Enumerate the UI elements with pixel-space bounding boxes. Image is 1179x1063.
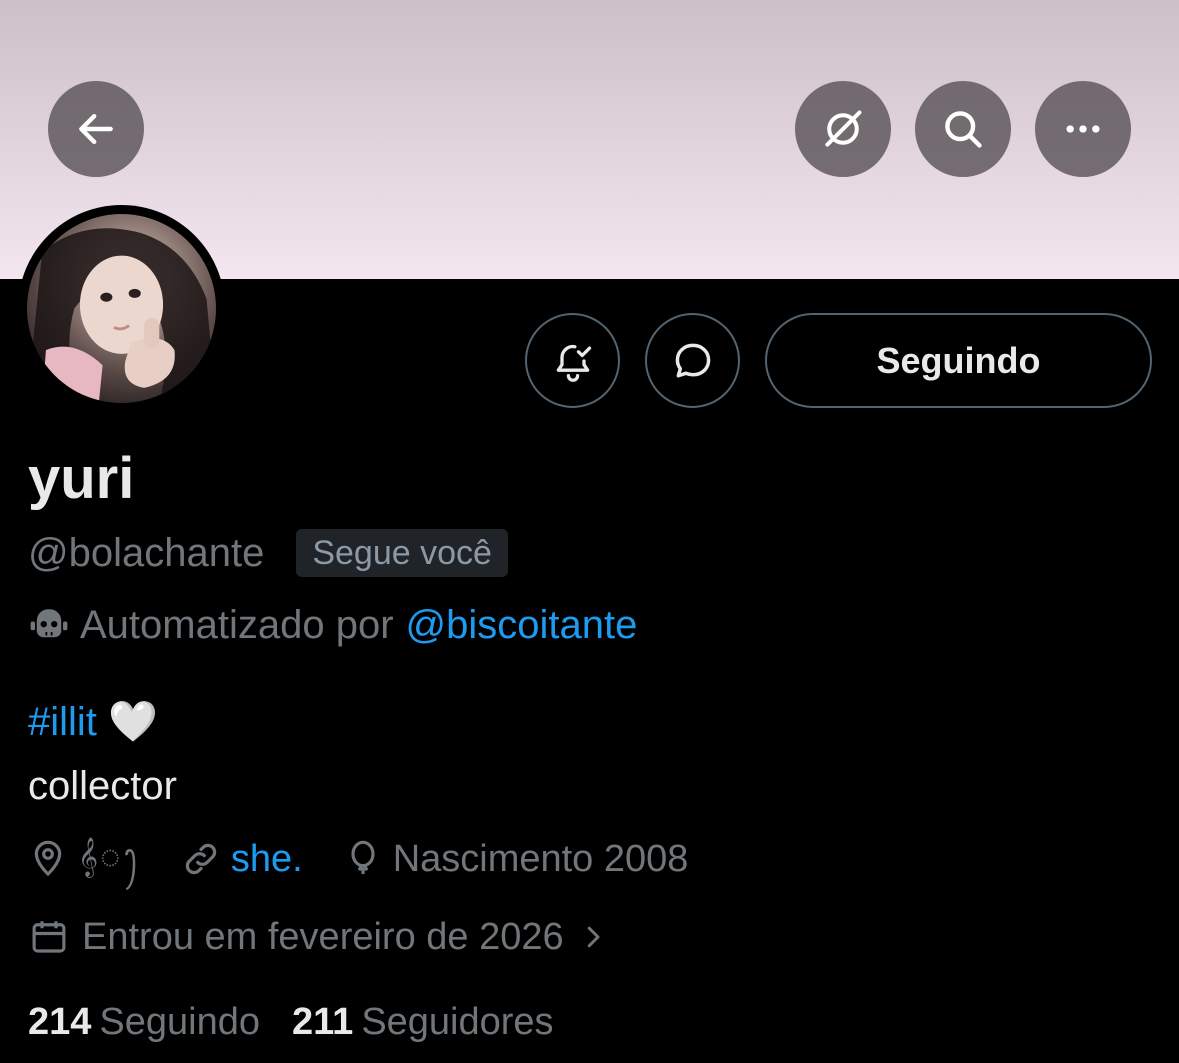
back-button[interactable]: [48, 81, 144, 177]
display-name: yuri: [28, 446, 135, 511]
arrow-left-icon: [79, 113, 113, 145]
bio: #illit 🤍 collector: [28, 690, 177, 818]
location-text: 𝄞◌ꫂ: [78, 838, 141, 876]
birth-item: Nascimento 2008: [343, 837, 689, 881]
following-count: 214: [28, 1000, 92, 1043]
bio-line-2: collector: [28, 764, 177, 808]
website-link[interactable]: she.: [231, 838, 303, 881]
search-button[interactable]: [915, 81, 1011, 177]
link-icon: [185, 843, 216, 875]
calendar-icon: [32, 921, 66, 953]
chevron-right-icon: [587, 926, 600, 948]
following-button[interactable]: Seguindo: [765, 313, 1152, 408]
bot-icon: [30, 609, 68, 638]
message-icon: [675, 343, 710, 377]
bio-heart: 🤍: [108, 700, 158, 744]
bio-hashtag[interactable]: #illit: [28, 700, 97, 744]
search-icon: [945, 111, 982, 148]
avatar[interactable]: [18, 205, 225, 412]
bell-check-icon: [556, 344, 591, 382]
automated-by-link[interactable]: @biscoitante: [406, 603, 638, 648]
birth-text: Nascimento 2008: [392, 837, 689, 880]
avatar-image: [27, 214, 216, 403]
more-horizontal-icon: [1066, 125, 1100, 133]
location-item: 𝄞◌ꫂ: [28, 823, 141, 895]
automated-prefix: Automatizado por: [80, 602, 394, 647]
followers-label: Seguidores: [361, 1000, 554, 1043]
user-handle: @bolachante: [28, 530, 265, 575]
grok-icon: [825, 110, 862, 147]
website-item[interactable]: she.: [181, 838, 303, 881]
follow-stats: 214 Seguindo 211 Seguidores: [28, 995, 586, 1049]
direct-message-button[interactable]: [645, 313, 740, 408]
location-pin-icon: [34, 840, 62, 877]
joined-text: Entrou em fevereiro de 2026: [82, 915, 564, 958]
notification-button[interactable]: [525, 313, 620, 408]
follows-you-badge: Segue você: [296, 529, 508, 577]
following-stat[interactable]: 214 Seguindo: [28, 1001, 260, 1044]
balloon-icon: [351, 840, 375, 874]
grok-button[interactable]: [795, 81, 891, 177]
profile-meta-row: 𝄞◌ꫂ she. Nascimento 2008: [28, 832, 728, 886]
bio-line-1: #illit 🤍: [28, 690, 177, 754]
automated-label: Automatizado por @biscoitante: [28, 600, 637, 650]
joined-row[interactable]: Entrou em fevereiro de 2026: [28, 910, 620, 964]
followers-stat[interactable]: 211 Seguidores: [292, 1001, 554, 1044]
more-options-button[interactable]: [1035, 81, 1131, 177]
handle-row: @bolachante Segue você: [28, 528, 508, 578]
followers-count: 211: [292, 1000, 354, 1043]
following-label: Seguindo: [99, 1000, 260, 1043]
